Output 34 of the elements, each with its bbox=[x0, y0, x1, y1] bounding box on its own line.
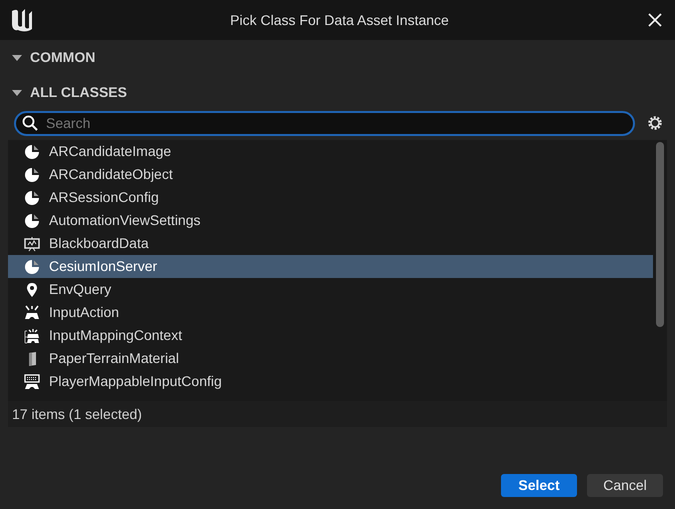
select-button[interactable]: Select bbox=[501, 474, 577, 497]
gamepad-icon bbox=[24, 304, 40, 320]
class-list-item[interactable]: EnvQuery bbox=[8, 278, 653, 301]
class-list-item[interactable]: InputAction bbox=[8, 301, 653, 324]
scrollbar-thumb[interactable] bbox=[656, 142, 664, 327]
window-title: Pick Class For Data Asset Instance bbox=[229, 10, 450, 30]
class-list-item[interactable]: CesiumIonServer bbox=[8, 255, 653, 278]
pie-icon bbox=[24, 190, 40, 206]
class-list-item[interactable]: ARSessionConfig bbox=[8, 186, 653, 209]
caret-icon bbox=[12, 52, 22, 62]
status-bar: 17 items (1 selected) bbox=[8, 401, 667, 427]
class-list-item[interactable]: InputMappingContext bbox=[8, 324, 653, 347]
search-field[interactable]: Search bbox=[14, 110, 635, 136]
pie-icon bbox=[24, 258, 40, 274]
section-header[interactable]: ALL CLASSES bbox=[8, 75, 667, 110]
class-list-item[interactable]: PlayerMappableInputConfig bbox=[8, 370, 653, 393]
settings-icon bbox=[646, 114, 664, 132]
pie-icon bbox=[24, 144, 40, 160]
location-pin-icon bbox=[24, 282, 40, 298]
class-list-item[interactable]: AutomationViewSettings bbox=[8, 209, 653, 232]
pie-icon bbox=[24, 212, 40, 228]
search-icon bbox=[22, 114, 38, 130]
class-list-item[interactable]: BlackboardData bbox=[8, 232, 653, 255]
easel-icon bbox=[24, 236, 40, 252]
close-icon bbox=[648, 13, 662, 27]
gamepad-mapping-icon bbox=[24, 328, 40, 344]
pie-icon bbox=[24, 166, 40, 182]
keyboard-gamepad-icon bbox=[24, 374, 40, 390]
caret-icon bbox=[12, 88, 22, 98]
class-list-item[interactable]: PaperTerrainMaterial bbox=[8, 347, 653, 370]
class-list-item[interactable]: ARCandidateImage bbox=[8, 140, 653, 163]
section-header[interactable]: COMMON bbox=[8, 40, 667, 75]
class-list-item[interactable]: ARCandidateObject bbox=[8, 163, 653, 186]
cancel-button[interactable]: Cancel bbox=[587, 474, 663, 497]
